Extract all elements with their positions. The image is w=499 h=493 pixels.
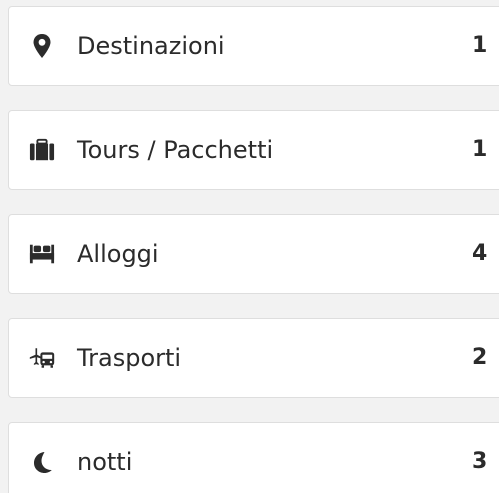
destinazioni-count: 1 bbox=[472, 33, 488, 58]
list-item-notti[interactable]: notti 3 bbox=[8, 422, 499, 493]
bed-icon bbox=[29, 241, 55, 267]
summary-list: Destinazioni 1 Tours / Pacchetti 1 Allog… bbox=[0, 0, 499, 493]
list-item-trasporti[interactable]: Trasporti 2 bbox=[8, 318, 499, 398]
tours-label: Tours / Pacchetti bbox=[77, 136, 274, 164]
list-item-tours[interactable]: Tours / Pacchetti 1 bbox=[8, 110, 499, 190]
trasporti-label: Trasporti bbox=[77, 344, 182, 372]
plane-bus-icon bbox=[29, 345, 55, 371]
map-marker-icon bbox=[29, 33, 55, 59]
notti-label: notti bbox=[77, 448, 133, 476]
alloggi-label: Alloggi bbox=[77, 240, 159, 268]
moon-icon bbox=[29, 449, 55, 475]
destinazioni-label: Destinazioni bbox=[77, 32, 225, 60]
trasporti-count: 2 bbox=[472, 345, 488, 370]
tours-count: 1 bbox=[472, 137, 488, 162]
alloggi-count: 4 bbox=[472, 241, 488, 266]
list-item-alloggi[interactable]: Alloggi 4 bbox=[8, 214, 499, 294]
list-item-destinazioni[interactable]: Destinazioni 1 bbox=[8, 6, 499, 86]
notti-count: 3 bbox=[472, 449, 488, 474]
suitcase-icon bbox=[29, 137, 55, 163]
